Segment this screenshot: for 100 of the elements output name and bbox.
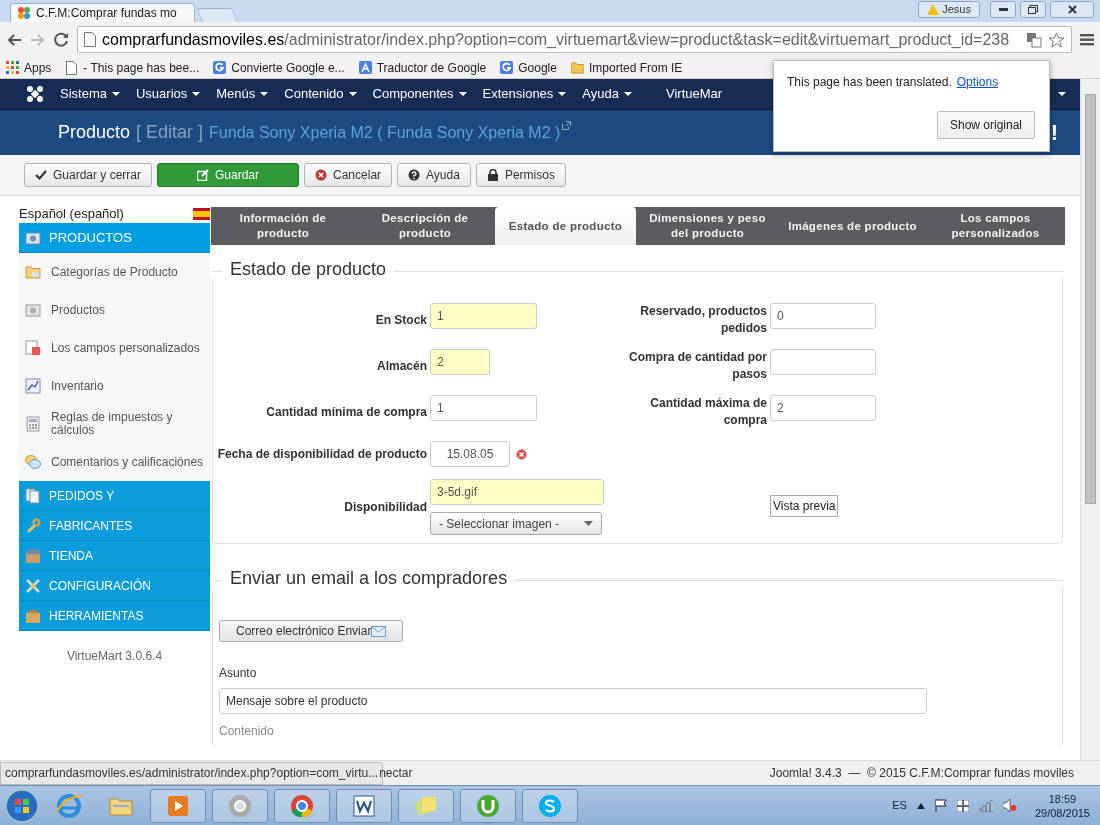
url-text: comprarfundasmoviles.es/administrator/index.php?option=com_virtuemart&view=product&task=edit&virtuemart_product_id=238 [102,29,1010,50]
caret-icon [111,92,120,96]
sidebar-item[interactable]: Comentarios y calificaciónes [19,443,210,481]
taskbar-button[interactable] [212,788,268,823]
bookmark-link[interactable]: Imported From IE [570,58,683,77]
menu-item[interactable]: Contenido [276,84,365,104]
skype-icon [537,792,563,819]
options-link[interactable]: Options [956,75,999,89]
page-icon [84,32,96,47]
send-email-button[interactable]: Correo electrónico Enviar [219,620,404,642]
help-icon [408,169,421,181]
menu-icon[interactable] [1080,33,1094,46]
bookmark-link[interactable]: Convierte Google e... [213,58,345,77]
menu-item[interactable]: Extensiones [474,84,575,104]
sidebar-item[interactable]: Inventario [19,367,210,405]
taskbar-button[interactable] [522,788,578,823]
input-field[interactable]: 15.08.05 [430,441,510,467]
joomla-logo-icon [26,85,44,103]
preview-button[interactable]: Vista previa [770,495,839,517]
external-link-icon [562,120,572,130]
menu-item[interactable]: Menús [208,84,277,104]
tab[interactable]: Descripción de producto [355,207,495,245]
toolbar-button[interactable]: Cancelar [304,163,393,187]
clock-time: 18:59 [1047,791,1078,806]
flag-icon[interactable] [934,799,947,812]
reload-icon[interactable] [54,32,69,47]
bookmark-link[interactable]: Apps [6,58,52,77]
input-field[interactable] [770,349,876,375]
version-text: VirtueMart 3.0.6.4 [65,648,164,665]
lock-icon [486,169,499,181]
caret-icon [348,92,357,96]
tab[interactable]: Estado de producto [495,207,636,245]
tab[interactable]: Dimensiones y peso del producto [636,207,779,245]
caret-icon [192,92,201,96]
menu-item[interactable]: Usuarios [127,84,209,104]
envelope-icon [371,625,387,637]
toolbar-button[interactable]: Ayuda [397,163,471,187]
field-label: Contenido [219,723,275,740]
input-field[interactable]: 2 [770,395,876,421]
tab[interactable]: Imágenes de producto [779,207,926,245]
toolbar-button[interactable]: Permisos [475,163,566,187]
taskbar-button[interactable] [460,788,516,823]
address-bar[interactable]: comprarfundasmoviles.es/administrator/index.php?option=com_virtuemart&view=product&task=edit&virtuemart_product_id=238 [77,26,1072,53]
restore-button[interactable] [1020,1,1046,18]
dropdown-caret-icon [584,521,593,526]
input-field[interactable]: 1 [430,303,537,329]
sidebar-item[interactable]: Categorías de Producto [19,253,210,291]
signal-icon[interactable] [978,799,993,812]
bookmark-link[interactable]: Google [500,58,557,77]
taskbar-button[interactable] [336,788,392,823]
camera-icon [25,302,41,318]
browser-tab[interactable]: C.F.M:Comprar fundas mo [10,3,195,22]
tab[interactable]: Los campos personalizados [926,207,1065,245]
toolbar-button[interactable]: Guardar [157,163,300,187]
minimize-button[interactable] [990,1,1016,18]
page-action: [ Editar ] [136,121,204,144]
language-indicator[interactable]: ES [892,797,907,814]
caret-icon [1058,92,1066,96]
menu-item[interactable]: Ayuda [574,84,640,104]
windows-icon[interactable] [956,799,969,812]
cancel-icon [315,169,328,181]
caret-icon [558,92,567,96]
field-label: Asunto [219,665,258,682]
tab-title: C.F.M:Comprar fundas mo [36,5,177,22]
close-button[interactable] [1050,1,1094,18]
menu-item[interactable]: Componentes [364,84,475,104]
input-field[interactable]: 2 [430,349,490,375]
shop-icon [25,547,41,564]
image-select[interactable]: - Seleccionar imagen - [430,512,602,535]
tray-arrow-icon[interactable] [916,802,925,809]
sidebar-item[interactable]: Reglas de impuestos y cálculos [19,405,210,443]
star-icon[interactable] [1048,31,1065,48]
menu-item[interactable]: Sistema [52,84,128,104]
user-button[interactable]: Jesus [918,1,980,18]
menu-item[interactable]: VirtueMar [658,84,731,104]
toolbar-button[interactable]: Guardar y cerrar [24,163,153,187]
tab[interactable]: Información de producto [211,207,355,245]
input-field[interactable]: 1 [430,395,537,421]
show-original-button[interactable]: Show original [936,111,1035,139]
apps-icon [6,60,19,75]
language-label: Español (español) [19,205,124,224]
sidebar-item[interactable]: Productos [19,291,210,329]
taskbar-button[interactable] [274,788,330,823]
input-field[interactable]: 3-5d.gif [430,479,604,505]
volume-muted-icon[interactable] [1002,799,1017,812]
clock-date: 29/08/2015 [1034,805,1090,820]
minimize-icon [998,8,1008,11]
documents-icon [25,487,41,504]
scrollbar-thumb[interactable] [1085,94,1096,504]
caret-icon [260,92,269,96]
input-field[interactable]: Mensaje sobre el producto [219,688,927,714]
start-icon[interactable] [4,787,40,824]
sidebar-item[interactable]: Los campos personalizados [19,329,210,367]
back-icon[interactable] [6,32,22,47]
translate-icon[interactable] [1026,31,1042,48]
field-label: Almacén [375,357,427,375]
input-field[interactable]: 0 [770,303,876,329]
bookmark-link[interactable]: Traductor de Google [358,58,487,77]
clear-icon[interactable] [516,448,527,460]
bookmark-link[interactable]: - This page has bee... [65,58,200,77]
